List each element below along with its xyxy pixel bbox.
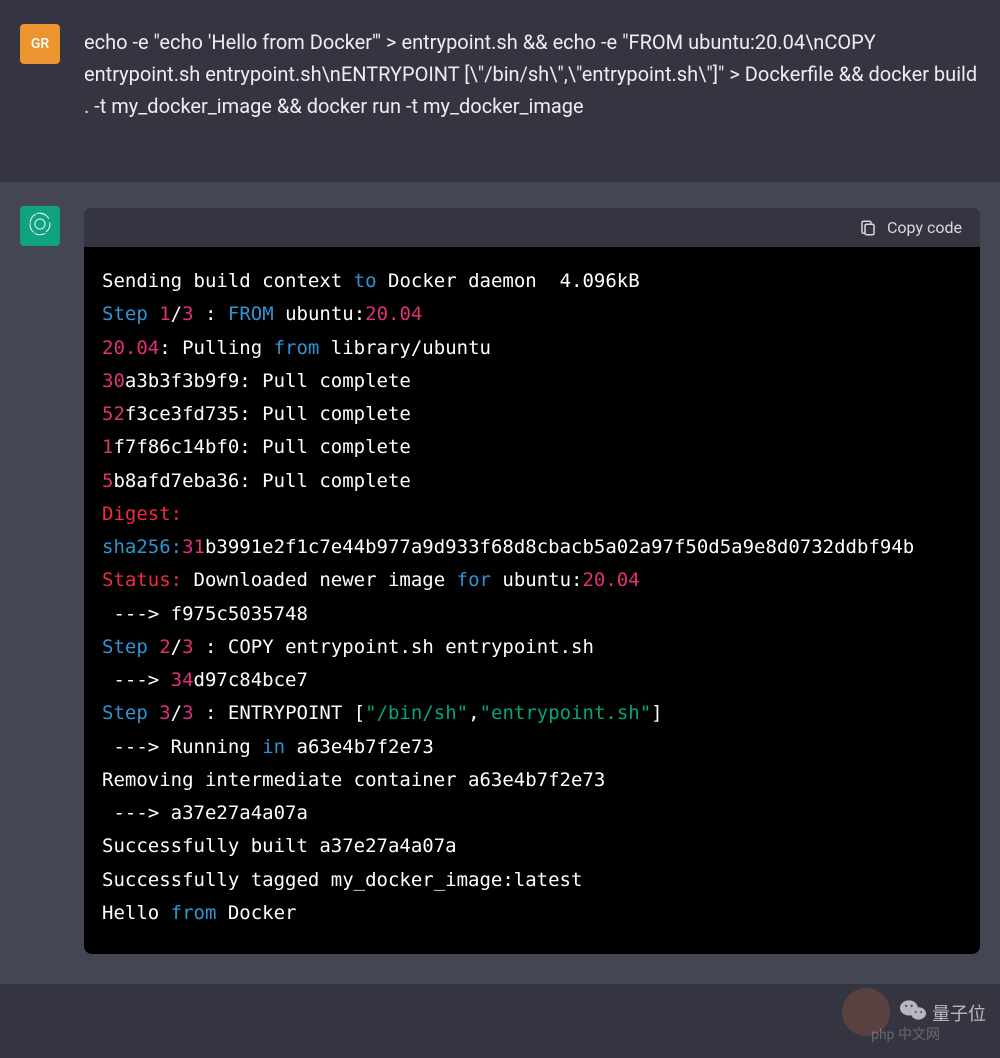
- user-message-text: echo -e "echo 'Hello from Docker'" > ent…: [84, 26, 980, 122]
- user-message-body: echo -e "echo 'Hello from Docker'" > ent…: [84, 24, 980, 122]
- user-avatar: GR: [20, 24, 60, 64]
- watermark: 量子位: [900, 999, 986, 1026]
- copy-code-button[interactable]: Copy code: [859, 218, 962, 237]
- code-content[interactable]: Sending build context to Docker daemon 4…: [84, 247, 980, 954]
- assistant-avatar: [20, 206, 60, 246]
- assistant-message-body: Copy code Sending build context to Docke…: [84, 206, 980, 954]
- sub-watermark: php 中文网: [871, 1024, 940, 1044]
- wechat-icon: [900, 999, 926, 1026]
- code-header: Copy code: [84, 208, 980, 247]
- assistant-message-row: Copy code Sending build context to Docke…: [0, 182, 1000, 984]
- user-avatar-initials: GR: [31, 36, 49, 52]
- user-message-row: GR echo -e "echo 'Hello from Docker'" > …: [0, 0, 1000, 182]
- code-block: Copy code Sending build context to Docke…: [84, 208, 980, 954]
- clipboard-icon: [859, 219, 877, 237]
- copy-code-label: Copy code: [887, 218, 962, 237]
- watermark-text: 量子位: [932, 1000, 986, 1026]
- openai-logo-icon: [27, 211, 53, 241]
